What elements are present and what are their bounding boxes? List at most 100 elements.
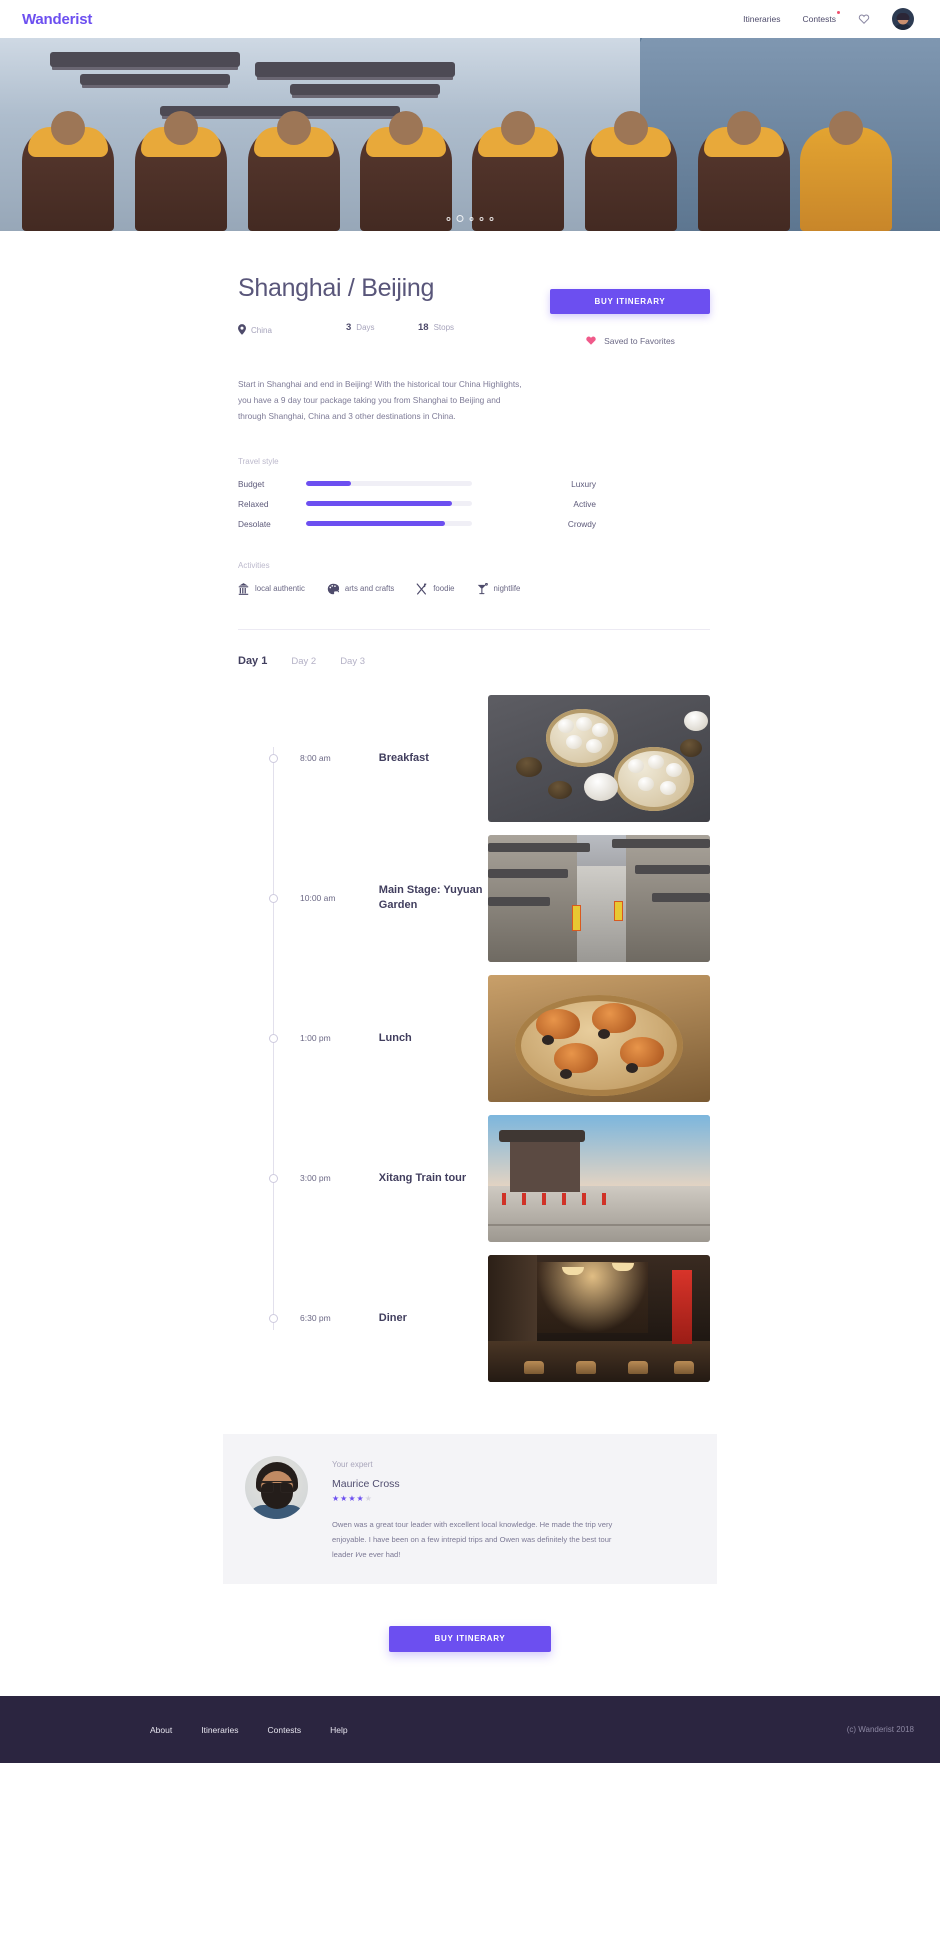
heart-filled-icon — [585, 332, 597, 350]
expert-rating-stars: ★★★★★ — [332, 1494, 632, 1503]
trip-meta-days: 3 Days — [346, 322, 418, 333]
trip-description: Start in Shanghai and end in Beijing! Wi… — [238, 379, 522, 422]
timeline-time: 10:00 am — [300, 893, 336, 904]
timeline-photo-dim-sum[interactable] — [488, 694, 710, 822]
trip-meta-row: China 3 Days 18 Stops — [238, 320, 512, 335]
timeline-photo-city-wall[interactable] — [488, 1114, 710, 1242]
site-footer: About Itineraries Contests Help (c) Wand… — [0, 1696, 940, 1764]
slider-desolate-crowdy[interactable]: Desolate Crowdy — [238, 519, 710, 529]
star-filled: ★ — [348, 1493, 357, 1503]
activities-list: local authentic arts and crafts foodie n… — [238, 582, 710, 595]
timeline-dot — [269, 1313, 278, 1323]
expert-details: Your expert Maurice Cross ★★★★★ Owen was… — [308, 1456, 632, 1563]
slider-right-label: Active — [573, 498, 596, 509]
favorites-heart-icon[interactable] — [858, 13, 870, 25]
star-filled: ★ — [332, 1493, 341, 1503]
nav-link-contests[interactable]: Contests — [802, 11, 840, 24]
buy-itinerary-button-bottom[interactable]: BUY ITINERARY — [389, 1626, 551, 1653]
tab-day-3[interactable]: Day 3 — [340, 656, 365, 667]
timeline-item-yuyuan-garden[interactable]: 10:00 am Main Stage: Yuyuan Garden — [238, 834, 710, 962]
page-title: Shanghai / Beijing — [238, 274, 435, 302]
activities-label: Activities — [238, 560, 270, 570]
trip-country-label: China — [251, 325, 272, 335]
top-navigation-bar: Wanderist Itineraries Contests — [0, 0, 940, 38]
activity-arts-and-crafts[interactable]: arts and crafts — [327, 583, 394, 595]
tab-day-2[interactable]: Day 2 — [291, 656, 316, 667]
expert-avatar — [245, 1455, 308, 1519]
slider-left-label: Desolate — [238, 518, 271, 529]
trip-days-value: 3 — [346, 321, 352, 333]
timeline-title: Diner — [378, 1311, 407, 1324]
expert-card: Your expert Maurice Cross ★★★★★ Owen was… — [223, 1433, 717, 1585]
timeline-dot — [269, 753, 278, 763]
activity-label: arts and crafts — [344, 584, 395, 594]
timeline-item-breakfast[interactable]: 8:00 am Breakfast — [238, 694, 710, 822]
saved-to-favorites-label: Saved to Favorites — [604, 336, 675, 346]
timeline-time: 6:30 pm — [300, 1313, 331, 1324]
timeline-photo-old-street[interactable] — [488, 834, 710, 962]
activity-label: foodie — [433, 584, 455, 594]
activity-label: local authentic — [255, 584, 305, 594]
footer-link-contests[interactable]: Contests — [268, 1725, 302, 1735]
notification-dot-icon — [837, 11, 840, 14]
nav-link-itineraries[interactable]: Itineraries — [743, 14, 780, 24]
footer-link-help[interactable]: Help — [330, 1725, 347, 1735]
activity-local-authentic[interactable]: local authentic — [238, 582, 305, 595]
timeline-time: 8:00 am — [300, 753, 331, 764]
timeline-title: Breakfast — [378, 751, 429, 764]
avatar-hair — [896, 12, 910, 20]
day-tabs: Day 1 Day 2 Day 3 — [238, 655, 710, 667]
carousel-dot[interactable] — [479, 216, 484, 221]
slider-track[interactable] — [306, 481, 472, 487]
carousel-dot[interactable] — [446, 216, 451, 221]
slider-right-label: Luxury — [571, 478, 596, 489]
fork-knife-icon — [416, 582, 427, 595]
timeline-item-xitang-train-tour[interactable]: 3:00 pm Xitang Train tour — [238, 1114, 710, 1242]
travel-style-label: Travel style — [238, 456, 279, 466]
trip-stops-label: Stops — [433, 322, 455, 332]
carousel-dot[interactable] — [489, 216, 494, 221]
bottom-cta-section: BUY ITINERARY — [0, 1626, 940, 1653]
saved-to-favorites-toggle[interactable]: Saved to Favorites — [550, 332, 710, 350]
brand-logo[interactable]: Wanderist — [22, 11, 92, 28]
trip-stops-value: 18 — [418, 321, 429, 333]
expert-label: Your expert — [332, 1459, 373, 1469]
timeline-dot — [269, 1033, 278, 1043]
buy-itinerary-button[interactable]: BUY ITINERARY — [550, 289, 710, 314]
slider-left-label: Relaxed — [238, 498, 269, 509]
timeline-item-lunch[interactable]: 1:00 pm Lunch — [238, 974, 710, 1102]
activity-nightlife[interactable]: nightlife — [477, 582, 520, 595]
timeline-dot — [269, 1173, 278, 1183]
nav-link-contests-label: Contests — [802, 14, 836, 24]
activity-foodie[interactable]: foodie — [416, 582, 455, 595]
footer-link-about[interactable]: About — [150, 1725, 172, 1735]
timeline-photo-crabs[interactable] — [488, 974, 710, 1102]
timeline-photo-market-hall[interactable] — [488, 1254, 710, 1382]
cocktail-icon — [477, 582, 488, 595]
footer-link-itineraries[interactable]: Itineraries — [201, 1725, 238, 1735]
trip-title-block: Shanghai / Beijing China 3 Days 18 Stops — [238, 274, 512, 335]
section-divider — [238, 628, 710, 630]
timeline-title: Main Stage: Yuyuan Garden — [378, 884, 483, 912]
hero-monks — [0, 101, 940, 231]
carousel-dot[interactable] — [469, 216, 474, 221]
expert-name: Maurice Cross — [332, 1477, 400, 1490]
trip-meta-location: China — [238, 320, 346, 335]
user-avatar[interactable] — [892, 8, 914, 30]
slider-relaxed-active[interactable]: Relaxed Active — [238, 499, 710, 509]
timeline-item-diner[interactable]: 6:30 pm Diner — [238, 1254, 710, 1382]
footer-links: About Itineraries Contests Help — [150, 1725, 348, 1735]
expert-review-text: Owen was a great tour leader with excell… — [332, 1519, 613, 1559]
tab-day-1[interactable]: Day 1 — [238, 655, 267, 667]
carousel-dots[interactable] — [446, 215, 494, 222]
slider-fill — [306, 521, 446, 527]
carousel-dot-active[interactable] — [456, 215, 464, 222]
hero-image-carousel[interactable] — [0, 38, 940, 231]
itinerary-timeline: 8:00 am Breakfast 10:00 am Main Stage: Y… — [238, 694, 710, 1382]
slider-track[interactable] — [306, 501, 472, 507]
slider-budget-luxury[interactable]: Budget Luxury — [238, 479, 710, 489]
slider-track[interactable] — [306, 521, 472, 527]
nav-link-itineraries-label: Itineraries — [743, 14, 781, 24]
nav-links: Itineraries Contests — [743, 8, 914, 30]
trip-detail-container: Shanghai / Beijing China 3 Days 18 Stops… — [230, 231, 710, 1382]
